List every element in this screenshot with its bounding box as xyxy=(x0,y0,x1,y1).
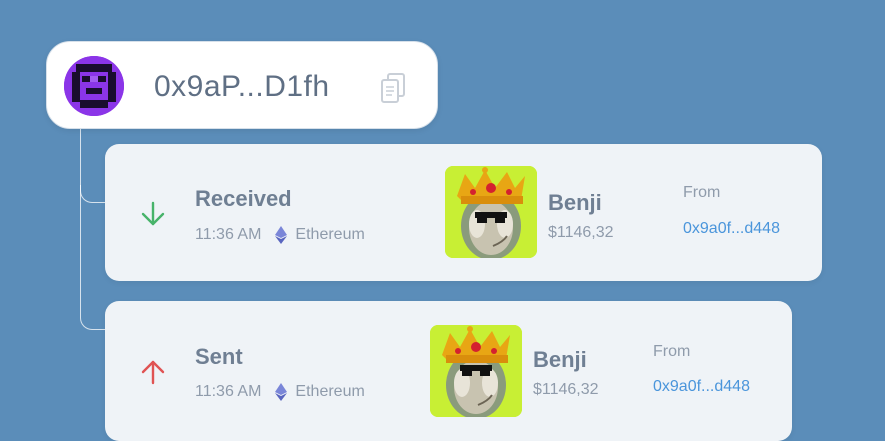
ethereum-icon xyxy=(275,226,288,244)
from-address-link[interactable]: 0x9a0f...d448 xyxy=(683,220,780,238)
arrow-down-icon xyxy=(141,201,165,226)
pixel-avatar-icon xyxy=(64,56,124,116)
wallet-address-pill[interactable]: 0x9aP...D1fh xyxy=(46,41,438,129)
transaction-network: Ethereum xyxy=(295,226,365,243)
copy-icon[interactable] xyxy=(379,72,407,104)
nft-name: Benji xyxy=(548,190,602,215)
transaction-direction: Received xyxy=(195,186,292,211)
arrow-up-icon xyxy=(141,360,165,385)
from-address-link[interactable]: 0x9a0f...d448 xyxy=(653,378,750,396)
nft-price: $1146,32 xyxy=(533,381,599,398)
transaction-direction: Sent xyxy=(195,344,243,369)
ethereum-icon xyxy=(275,383,288,401)
transaction-meta: 11:36 AM Ethereum xyxy=(195,383,365,401)
transaction-meta: 11:36 AM Ethereum xyxy=(195,226,365,244)
transaction-network: Ethereum xyxy=(295,383,365,400)
nft-name: Benji xyxy=(533,347,587,372)
nft-thumbnail[interactable] xyxy=(445,166,537,258)
from-label: From xyxy=(683,184,721,201)
tree-connector-branch-2 xyxy=(80,201,105,330)
wallet-address-text: 0x9aP...D1fh xyxy=(154,70,330,103)
from-label: From xyxy=(653,343,691,360)
transaction-card-received[interactable]: Received 11:36 AM Ethereum Benji $1146,3… xyxy=(105,144,822,281)
nft-price: $1146,32 xyxy=(548,224,614,241)
transaction-time: 11:36 AM xyxy=(195,383,262,400)
transaction-time: 11:36 AM xyxy=(195,226,262,243)
nft-thumbnail[interactable] xyxy=(430,325,522,417)
transaction-card-sent[interactable]: Sent 11:36 AM Ethereum Benji $1146,32 Fr… xyxy=(105,301,792,441)
